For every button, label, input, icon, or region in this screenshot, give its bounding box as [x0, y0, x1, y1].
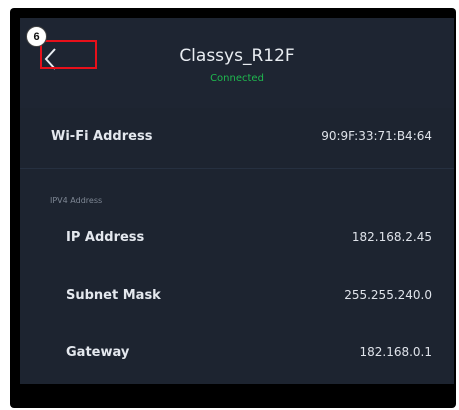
wifi-address-row: Wi-Fi Address 90:9F:33:71:B4:64: [20, 129, 454, 149]
wifi-address-label: Wi-Fi Address: [51, 129, 153, 144]
connection-status: Connected: [210, 73, 264, 84]
gateway-row: Gateway 182.168.0.1: [20, 345, 454, 365]
ip-address-row: IP Address 182.168.2.45: [20, 230, 454, 250]
ip-address-label: IP Address: [66, 230, 145, 245]
subnet-mask-label: Subnet Mask: [66, 288, 161, 303]
step-badge: 6: [26, 26, 47, 47]
header: Classys_R12F Connected: [20, 18, 454, 108]
network-details-screen: Classys_R12F Connected Wi-Fi Address 90:…: [20, 18, 454, 384]
divider: [20, 168, 454, 169]
gateway-label: Gateway: [66, 345, 130, 360]
ipv4-section-label: IPV4 Address: [50, 196, 103, 205]
subnet-mask-value: 255.255.240.0: [344, 288, 432, 302]
wifi-address-value: 90:9F:33:71:B4:64: [321, 129, 432, 143]
network-name-title: Classys_R12F: [179, 46, 295, 66]
subnet-mask-row: Subnet Mask 255.255.240.0: [20, 288, 454, 308]
gateway-value: 182.168.0.1: [359, 345, 432, 359]
ip-address-value: 182.168.2.45: [351, 230, 432, 244]
